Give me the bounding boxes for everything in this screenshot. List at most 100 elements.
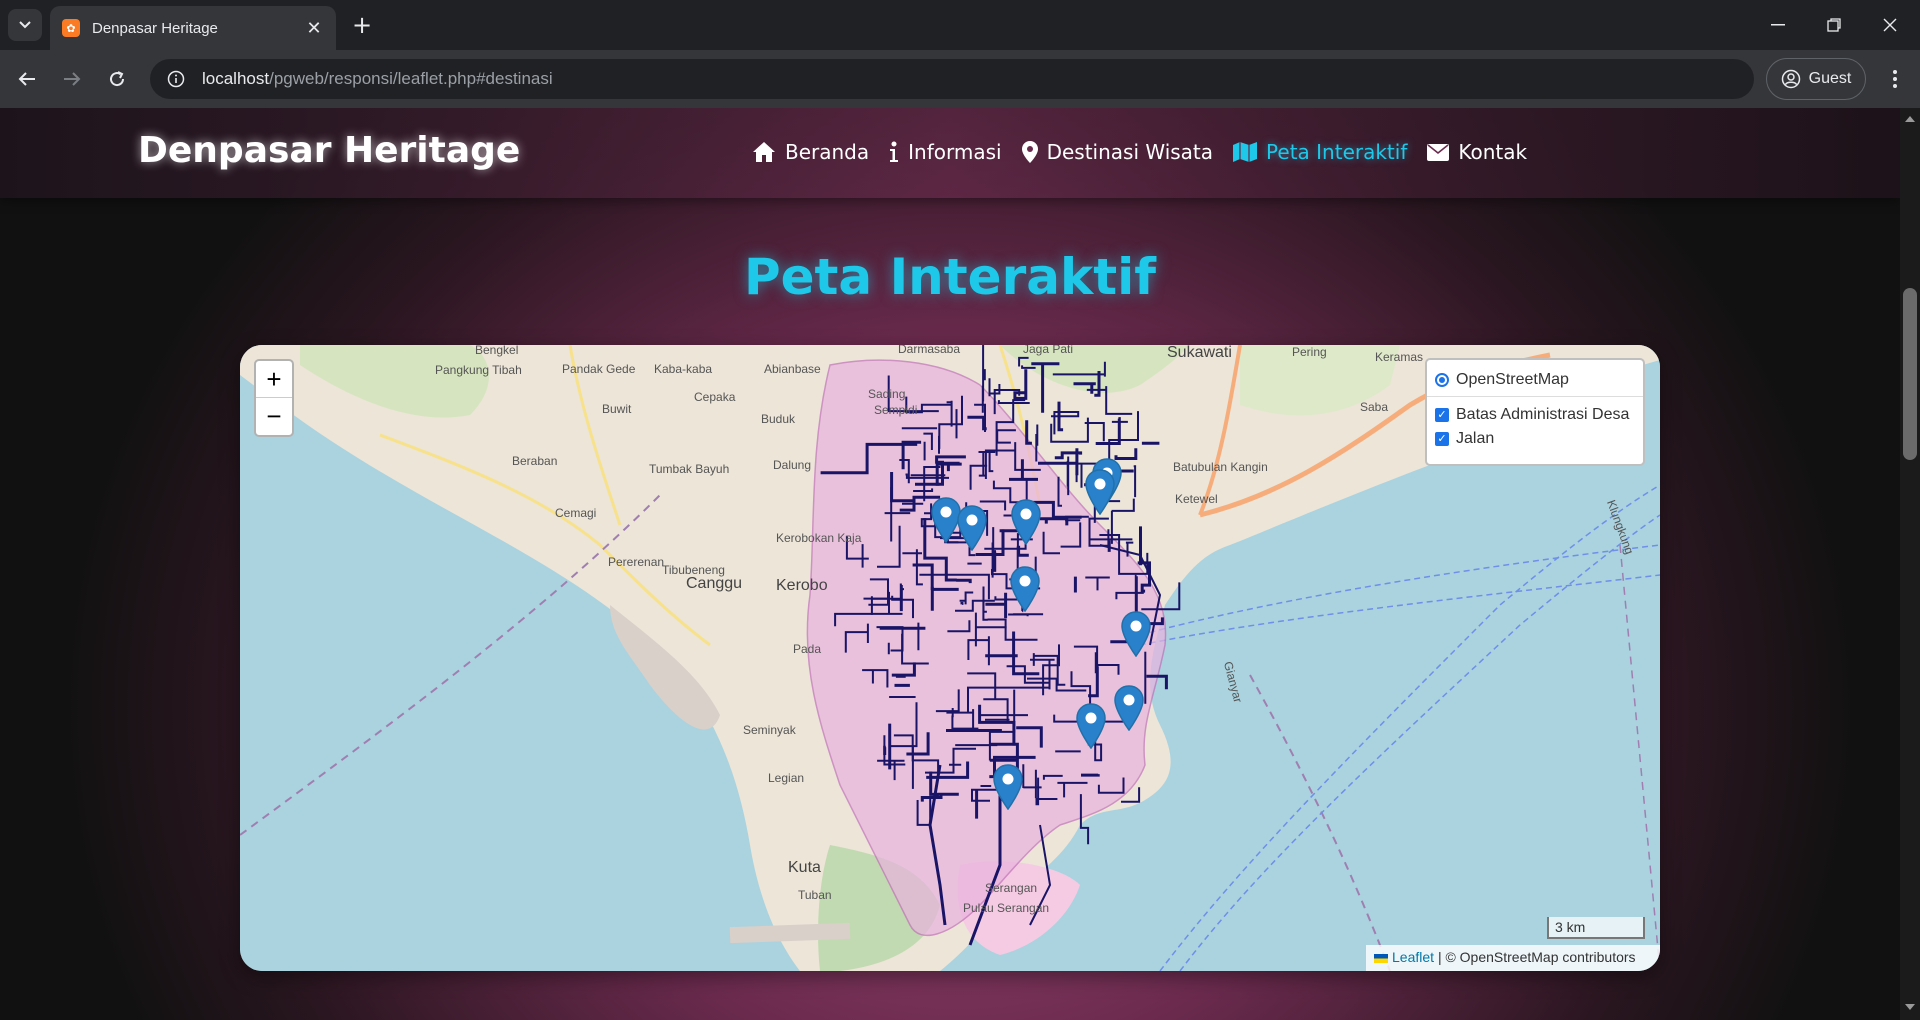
forward-button[interactable]	[57, 64, 87, 94]
scroll-up-icon[interactable]	[1905, 116, 1915, 122]
map-place-label: Tumbak Bayuh	[649, 462, 730, 476]
nav-item-destinasi-wisata[interactable]: Destinasi Wisata	[1021, 140, 1213, 164]
map-icon	[1233, 142, 1258, 162]
scroll-down-icon[interactable]	[1905, 1004, 1915, 1010]
restore-button[interactable]	[1814, 10, 1854, 40]
profile-button[interactable]: Guest	[1766, 58, 1866, 100]
road-segment	[1057, 476, 1062, 507]
scrollbar-thumb[interactable]	[1903, 288, 1917, 460]
map-place-label: Jaga Pati	[1023, 345, 1074, 356]
reload-button[interactable]	[102, 64, 132, 94]
road-segment	[960, 601, 964, 605]
map-place-label: Ketewel	[1175, 492, 1218, 506]
road-segment	[1021, 365, 1036, 369]
leaflet-link[interactable]: Leaflet	[1392, 949, 1434, 965]
road-segment	[1012, 631, 1040, 676]
address-bar[interactable]: localhost/pgweb/responsi/leaflet.php#des…	[150, 59, 1754, 99]
page-viewport: Denpasar Heritage Beranda Informasi Dest…	[0, 108, 1900, 1020]
browser-menu-button[interactable]	[1880, 64, 1910, 94]
tab-close-icon[interactable]: ✕	[304, 18, 324, 39]
road-segment	[996, 429, 1016, 444]
road-segment	[1018, 356, 1029, 367]
tab-title: Denpasar Heritage	[92, 19, 218, 37]
restore-icon	[1827, 18, 1841, 32]
zoom-in-button[interactable]: +	[256, 361, 292, 398]
map-marker-icon[interactable]	[1114, 685, 1144, 732]
map-place-label: Pandak Gede	[562, 362, 636, 376]
map-place-label: Keramas	[1375, 350, 1424, 364]
nav-item-kontak[interactable]: Kontak	[1427, 140, 1527, 164]
more-vertical-icon	[1893, 70, 1897, 88]
road-segment	[1146, 674, 1168, 690]
road-segment	[968, 795, 1002, 946]
road-segment	[877, 525, 901, 568]
nav-item-beranda[interactable]: Beranda	[752, 140, 869, 164]
road-segment	[967, 415, 987, 431]
road-segment	[947, 620, 971, 633]
road-segment	[1051, 411, 1080, 435]
chevron-down-icon	[19, 21, 31, 29]
nav-item-peta-interaktif[interactable]: Peta Interaktif	[1233, 140, 1407, 164]
road-segment	[988, 451, 994, 473]
map-marker-icon[interactable]	[1085, 469, 1115, 516]
road-segment	[1057, 781, 1088, 798]
checkbox-checked-icon[interactable]: ✓	[1435, 432, 1449, 446]
road-segment	[916, 798, 932, 826]
road-segment	[1035, 777, 1058, 806]
back-button[interactable]	[12, 64, 42, 94]
road-segment	[901, 633, 929, 665]
map-marker-icon[interactable]	[993, 764, 1023, 811]
site-brand[interactable]: Denpasar Heritage	[138, 130, 520, 171]
map-place-label: Cepaka	[694, 390, 736, 404]
page-scrollbar[interactable]	[1900, 108, 1920, 1020]
map-place-label: Darmasaba	[898, 345, 961, 356]
map-marker-icon[interactable]	[1076, 703, 1106, 750]
layer-base-option[interactable]: OpenStreetMap	[1435, 368, 1635, 392]
new-tab-button[interactable]: +	[352, 12, 372, 38]
minimize-icon	[1771, 24, 1785, 26]
road-segment	[1115, 591, 1144, 600]
road-segment	[1017, 545, 1029, 557]
road-segment	[926, 761, 970, 779]
map-place-label: Pangkung Tibah	[435, 363, 522, 377]
map-place-label: Sukawati	[1167, 345, 1232, 361]
arrow-left-icon	[18, 72, 35, 86]
map-place-label: Kaba-kaba	[654, 362, 713, 376]
road-segment	[967, 636, 990, 666]
map-attribution: Leaflet | © OpenStreetMap contributors	[1366, 945, 1660, 971]
browser-tab[interactable]: ✿ Denpasar Heritage ✕	[50, 6, 336, 50]
site-info-icon[interactable]	[164, 67, 188, 91]
radio-selected[interactable]	[1435, 373, 1449, 387]
road-segment	[1081, 773, 1100, 777]
road-segment	[1060, 522, 1082, 548]
tab-search-button[interactable]	[8, 9, 42, 41]
road-segment	[1016, 726, 1043, 748]
map-scale: 3 km	[1547, 917, 1645, 939]
map-place-label: Bengkel	[475, 345, 519, 357]
zoom-out-button[interactable]: −	[256, 398, 292, 435]
map-place-label: Cemagi	[555, 506, 597, 520]
map-place-label: Pererenan	[608, 555, 665, 569]
road-segment	[1027, 677, 1087, 692]
road-segment	[1073, 645, 1099, 668]
map-marker-icon[interactable]	[957, 505, 987, 552]
layer-overlay-jalan[interactable]: ✓ Jalan	[1435, 427, 1635, 451]
layer-overlay-batas[interactable]: ✓ Batas Administrasi Desa	[1435, 403, 1635, 427]
close-window-button[interactable]	[1870, 10, 1910, 40]
xampp-favicon-icon: ✿	[62, 19, 80, 37]
road-segment	[1125, 541, 1134, 557]
layer-control: OpenStreetMap ✓ Batas Administrasi Desa …	[1425, 358, 1645, 466]
nav-item-informasi[interactable]: Informasi	[889, 140, 1002, 164]
map-marker-icon[interactable]	[1010, 566, 1040, 613]
map-marker-icon[interactable]	[1121, 611, 1151, 658]
interactive-map[interactable]: Bengkel Pangkung Tibah Pandak Gede Kaba-kab…	[240, 345, 1660, 971]
road-segment	[1050, 417, 1089, 443]
road-segment	[863, 591, 890, 615]
road-segment	[1094, 652, 1120, 675]
map-marker-icon[interactable]	[1011, 499, 1041, 546]
minimize-button[interactable]	[1758, 10, 1798, 40]
road-segment	[935, 689, 960, 713]
road-segment	[1086, 386, 1133, 415]
map-place-label: Pering	[1292, 345, 1327, 359]
checkbox-checked-icon[interactable]: ✓	[1435, 408, 1449, 422]
